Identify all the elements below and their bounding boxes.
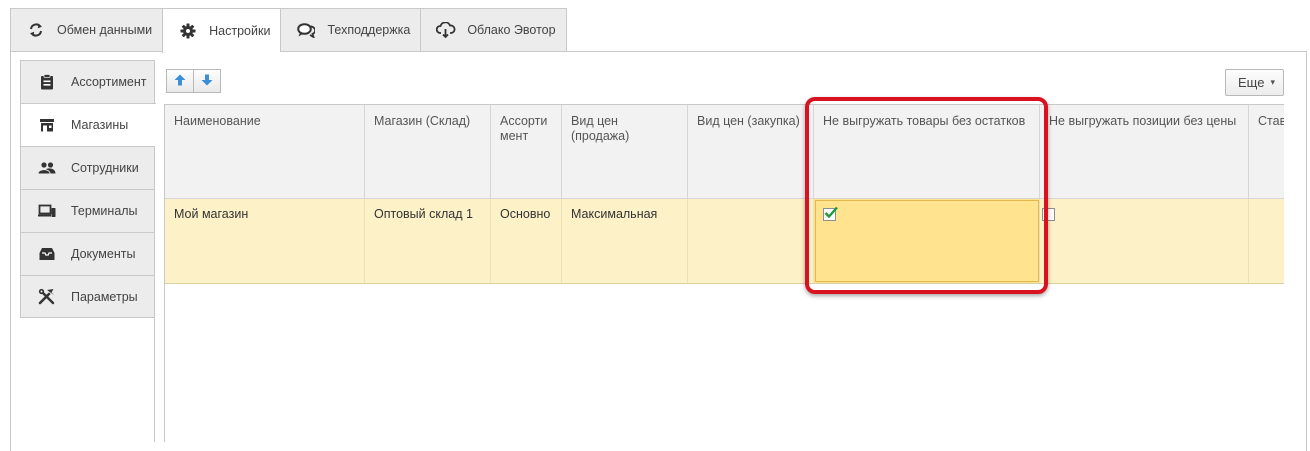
gear-icon [177,22,199,40]
sidebar-item-label: Сотрудники [71,161,139,175]
column-header-label: Ассорти мент [500,114,548,143]
refresh-icon [25,21,47,39]
column-header-store[interactable]: Магазин (Склад) [365,105,491,198]
arrow-down-icon [201,74,213,89]
move-down-button[interactable] [194,69,221,93]
chat-icon [295,21,317,39]
column-header-price-sale[interactable]: Вид цен (продажа) [562,105,688,198]
move-buttons [166,69,221,93]
row-separator [165,283,1284,284]
skip-no-stock-checkbox[interactable] [823,206,838,221]
tools-icon [37,288,57,306]
tab-label: Обмен данными [57,23,153,37]
cell-rate[interactable] [1249,199,1284,283]
cloud-icon [435,21,457,39]
column-header-label: Не выгружать товары без остатков [823,114,1026,128]
stores-table[interactable]: Наименование Магазин (Склад) Ассорти мен… [164,104,1284,442]
sidebar-item-parameters[interactable]: Параметры [20,275,155,318]
sidebar: Ассортимент Магазины Сотрудники Терминал… [20,60,156,318]
cell-price-sale[interactable]: Максимальная [562,199,688,283]
column-header-label: Вид цен (продажа) [571,114,630,143]
sidebar-item-employees[interactable]: Сотрудники [20,146,155,189]
sidebar-item-label: Магазины [71,118,129,132]
column-header-skip-no-stock[interactable]: Не выгружать товары без остатков [814,105,1040,198]
table-header: Наименование Магазин (Склад) Ассорти мен… [165,105,1284,198]
tab-settings[interactable]: Настройки [162,8,281,53]
sidebar-item-documents[interactable]: Документы [20,232,155,275]
column-header-rate[interactable]: Став [1249,105,1284,198]
chevron-down-icon: ▾ [1270,77,1275,87]
more-label: Еще [1238,75,1265,90]
cell-price-purchase[interactable] [688,199,814,283]
cell-skip-no-price[interactable] [1040,199,1249,283]
cell-text: Оптовый склад 1 [374,207,473,221]
table-row[interactable]: Мой магазин Оптовый склад 1 Основно Макс… [165,199,1284,283]
column-header-label: Вид цен (закупка) [697,114,800,128]
sidebar-item-label: Документы [71,247,136,261]
tab-label: Облако Эвотор [467,23,556,37]
clipboard-icon [37,73,57,91]
cell-assortment[interactable]: Основно [491,199,562,283]
column-header-price-purchase[interactable]: Вид цен (закупка) [688,105,814,198]
top-tab-bar: Обмен данными Настройки Техподдержка Обл… [10,8,567,53]
cell-text: Максимальная [571,207,658,221]
tab-evotor-cloud[interactable]: Облако Эвотор [420,8,567,52]
cell-skip-no-stock[interactable] [814,199,1040,283]
devices-icon [37,202,57,220]
cell-text: Основно [500,207,551,221]
tab-label: Настройки [209,24,271,38]
store-icon [37,116,57,134]
sidebar-item-terminals[interactable]: Терминалы [20,189,155,232]
skip-no-price-checkbox[interactable] [1042,208,1055,221]
sidebar-item-label: Параметры [71,289,138,304]
column-header-assortment[interactable]: Ассорти мент [491,105,562,198]
inbox-icon [37,245,57,263]
cell-name[interactable]: Мой магазин [165,199,365,283]
tab-support[interactable]: Техподдержка [280,8,421,52]
sidebar-item-label: Ассортимент [71,75,147,89]
column-header-label: Не выгружать позиции без цены [1049,114,1237,128]
sidebar-item-stores[interactable]: Магазины [20,103,156,146]
column-header-skip-no-price[interactable]: Не выгружать позиции без цены [1040,105,1249,198]
column-header-label: Наименование [174,114,261,128]
sidebar-item-label: Терминалы [71,204,138,218]
tab-label: Техподдержка [327,23,411,37]
cell-text: Мой магазин [174,207,249,221]
cell-store[interactable]: Оптовый склад 1 [365,199,491,283]
column-header-name[interactable]: Наименование [165,105,365,198]
tab-data-exchange[interactable]: Обмен данными [10,8,163,52]
more-button[interactable]: Еще ▾ [1225,69,1284,96]
move-up-button[interactable] [166,69,194,93]
sidebar-item-assortment[interactable]: Ассортимент [20,60,155,103]
people-icon [37,159,57,177]
checkmark-icon [824,206,838,219]
arrow-up-icon [174,74,186,89]
column-header-label: Став [1258,114,1284,128]
column-header-label: Магазин (Склад) [374,114,471,128]
